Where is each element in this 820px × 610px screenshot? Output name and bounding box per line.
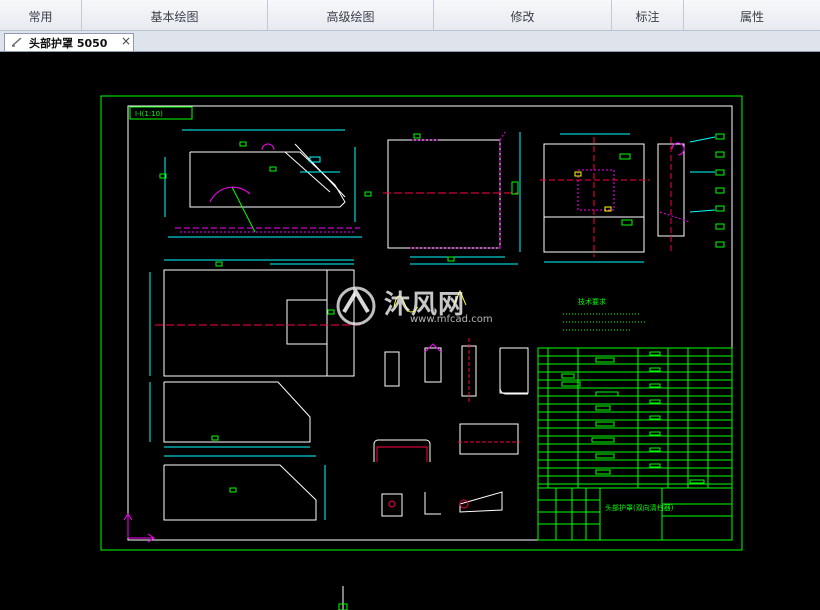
ribbon-tab-modify[interactable]: 修改 bbox=[434, 0, 612, 30]
document-tab[interactable]: 头部护罩 5050 × bbox=[4, 33, 134, 51]
view-section-right bbox=[540, 133, 650, 263]
view-narrow-right bbox=[657, 133, 725, 252]
title-block bbox=[537, 487, 733, 541]
ribbon-tab-properties[interactable]: 属性 bbox=[684, 0, 820, 30]
view-plan-large bbox=[149, 259, 360, 377]
drawing-file-icon bbox=[12, 38, 22, 47]
document-tab-strip: 头部护罩 5050 × bbox=[0, 31, 820, 52]
view-side-profile bbox=[159, 129, 372, 238]
section-label: I-I(1:10) bbox=[135, 110, 163, 118]
title-block-title: 头部护罩(双向清扫器) bbox=[605, 503, 674, 512]
technical-notes bbox=[563, 313, 645, 331]
ribbon-tab-advanced-draw[interactable]: 高级绘图 bbox=[268, 0, 434, 30]
ucs-axis-icon bbox=[123, 513, 155, 543]
watermark: 沐风网 www.mfcad.com bbox=[332, 282, 502, 332]
note-heading: 技术要求 bbox=[578, 297, 606, 306]
ribbon-tab-common[interactable]: 常用 bbox=[0, 0, 82, 30]
parts-list-table bbox=[537, 347, 733, 489]
view-trapezoid-lower bbox=[163, 455, 326, 521]
ribbon-tab-dimension[interactable]: 标注 bbox=[612, 0, 684, 30]
close-icon[interactable]: × bbox=[121, 34, 131, 48]
ribbon-bar: 常用 基本绘图 高级绘图 修改 标注 属性 bbox=[0, 0, 820, 31]
watermark-url: www.mfcad.com bbox=[410, 314, 493, 325]
crosshair-cursor bbox=[338, 586, 348, 610]
view-trapezoid-upper bbox=[149, 381, 311, 448]
document-tab-title: 头部护罩 5050 bbox=[29, 37, 108, 50]
ribbon-tab-basic-draw[interactable]: 基本绘图 bbox=[82, 0, 268, 30]
drawing-canvas[interactable]: I-I(1:10) 技术要求 头部护罩(双向清扫器) 沐风网 www.mfcad… bbox=[0, 52, 820, 610]
view-front bbox=[383, 131, 521, 265]
watermark-logo-icon bbox=[336, 286, 376, 326]
